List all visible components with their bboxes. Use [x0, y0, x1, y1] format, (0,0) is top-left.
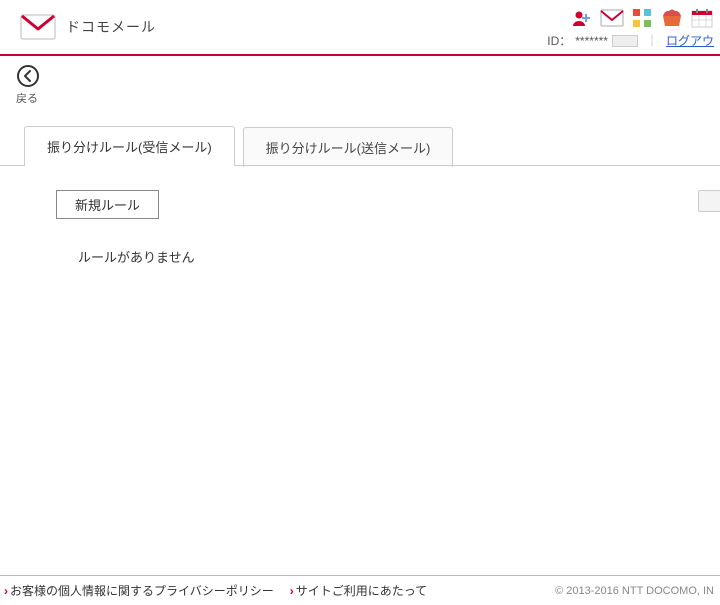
logout-link[interactable]: ログアウ [666, 32, 714, 49]
chevron-right-icon: › [4, 584, 8, 598]
header-right: ID： ******* ｜ ログアウ [547, 8, 714, 49]
back-button[interactable]: 戻る [16, 64, 56, 106]
header-left: ドコモメール [20, 14, 156, 40]
market-icon[interactable] [660, 8, 684, 28]
tabs: 振り分けルール(受信メール) 振り分けルール(送信メール) [0, 106, 720, 166]
right-edge-button[interactable] [698, 190, 720, 212]
tab-label: 振り分けルール(受信メール) [47, 140, 212, 155]
terms-label: サイトご利用にあたって [296, 582, 427, 599]
privacy-link[interactable]: › お客様の個人情報に関するプライバシーポリシー [4, 582, 274, 599]
footer: › お客様の個人情報に関するプライバシーポリシー › サイトご利用にあたって ©… [0, 575, 720, 605]
id-label: ID： [547, 32, 571, 49]
id-mask: ******* [575, 34, 608, 48]
app-title: ドコモメール [66, 17, 156, 37]
separator: ｜ [646, 32, 658, 49]
mail-logo-icon [20, 14, 56, 40]
tab-label: 振り分けルール(送信メール) [266, 141, 431, 156]
header: ドコモメール [0, 0, 720, 54]
back-row: 戻る [0, 56, 720, 106]
calendar-icon[interactable] [690, 8, 714, 28]
contacts-icon[interactable] [570, 8, 594, 28]
header-icons [570, 8, 714, 28]
tab-outgoing-rules[interactable]: 振り分けルール(送信メール) [243, 127, 454, 167]
back-label: 戻る [16, 90, 38, 106]
copyright: © 2013-2016 NTT DOCOMO, IN [555, 585, 714, 597]
new-rule-label: 新規ルール [75, 198, 140, 213]
tab-incoming-rules[interactable]: 振り分けルール(受信メール) [24, 126, 235, 166]
footer-links: › お客様の個人情報に関するプライバシーポリシー › サイトご利用にあたって [4, 582, 427, 599]
content: 新規ルール ルールがありません [0, 166, 720, 266]
new-rule-button[interactable]: 新規ルール [56, 190, 159, 219]
chevron-right-icon: › [290, 584, 294, 598]
id-mask-box [612, 35, 638, 47]
mail-icon[interactable] [600, 8, 624, 28]
privacy-label: お客様の個人情報に関するプライバシーポリシー [10, 582, 274, 599]
id-row: ID： ******* ｜ ログアウ [547, 32, 714, 49]
apps-icon[interactable] [630, 8, 654, 28]
empty-rules-message: ルールがありません [78, 247, 720, 266]
back-arrow-icon [16, 64, 40, 88]
terms-link[interactable]: › サイトご利用にあたって [290, 582, 427, 599]
